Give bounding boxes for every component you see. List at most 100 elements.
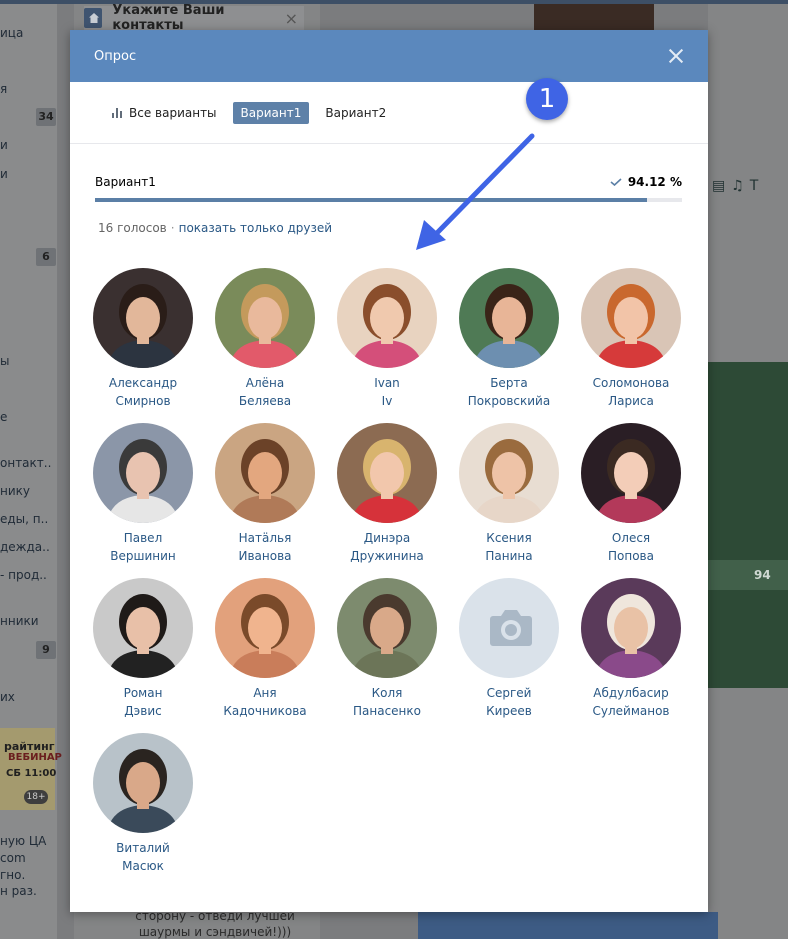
background-sidebar-item: ица bbox=[0, 26, 24, 40]
background-sidebar-item: их bbox=[0, 690, 15, 704]
background-sidebar-item: я bbox=[0, 82, 8, 96]
avatar[interactable] bbox=[581, 268, 681, 368]
voter-name[interactable]: Сергей Киреев bbox=[486, 684, 532, 720]
tab-variant-1[interactable]: Вариант1 bbox=[232, 101, 310, 124]
background-sidebar-item: нники bbox=[0, 614, 39, 628]
voter-name[interactable]: Натäлья Иванова bbox=[238, 529, 291, 565]
voter-item[interactable]: Сергей Киреев bbox=[448, 578, 570, 733]
voter-name[interactable]: Аня Кадочникова bbox=[223, 684, 306, 720]
result-label: Вариант1 bbox=[95, 175, 156, 189]
voter-item[interactable]: Ivan Iv bbox=[326, 268, 448, 423]
voter-item[interactable]: Олеся Попова bbox=[570, 423, 692, 578]
voter-name[interactable]: Виталий Масюк bbox=[116, 839, 170, 875]
voter-item[interactable]: Абдулбасир Сулейманов bbox=[570, 578, 692, 733]
voter-name[interactable]: Динэра Дружинина bbox=[350, 529, 424, 565]
background-bottom-strip bbox=[418, 912, 718, 939]
votes-separator: · bbox=[170, 221, 175, 235]
voter-name[interactable]: Роман Дэвис bbox=[124, 684, 163, 720]
avatar-photo bbox=[337, 268, 437, 368]
voter-last-name: Дружинина bbox=[350, 549, 424, 563]
voter-name[interactable]: Павел Вершинин bbox=[110, 529, 176, 565]
voter-name[interactable]: Александр Смирнов bbox=[109, 374, 177, 410]
avatar[interactable] bbox=[459, 268, 559, 368]
voter-name[interactable]: Абдулбасир Сулейманов bbox=[593, 684, 670, 720]
avatar[interactable] bbox=[93, 268, 193, 368]
votes-summary: 16 голосов · показать только друзей bbox=[70, 221, 708, 235]
voter-first-name: Ксения bbox=[486, 531, 532, 545]
avatar-photo bbox=[93, 733, 193, 833]
voter-first-name: Ivan bbox=[374, 376, 400, 390]
voter-first-name: Динэра bbox=[363, 531, 411, 545]
avatar[interactable] bbox=[215, 268, 315, 368]
voter-item[interactable]: Динэра Дружинина bbox=[326, 423, 448, 578]
voter-last-name: Покровскийа bbox=[467, 394, 551, 408]
bar-chart-icon bbox=[112, 107, 123, 118]
avatar[interactable] bbox=[581, 423, 681, 523]
voter-first-name: Роман bbox=[123, 686, 163, 700]
background-poll-percent: 94 bbox=[708, 560, 788, 590]
background-poll-card bbox=[708, 362, 788, 688]
voter-name[interactable]: Ксения Панина bbox=[485, 529, 532, 565]
voter-last-name: Иванова bbox=[238, 549, 292, 563]
voter-item[interactable]: Павел Вершинин bbox=[82, 423, 204, 578]
voter-last-name: Попова bbox=[608, 549, 654, 563]
voter-last-name: Сулейманов bbox=[592, 704, 670, 718]
ad-line-3: СБ 11:00 bbox=[6, 768, 57, 779]
home-icon bbox=[84, 8, 103, 28]
voter-name[interactable]: Алёна Беляева bbox=[239, 374, 291, 410]
close-icon[interactable] bbox=[668, 48, 684, 64]
tab-variant-2[interactable]: Вариант2 bbox=[317, 102, 394, 124]
voter-last-name: Киреев bbox=[486, 704, 532, 718]
voter-item[interactable]: Коля Панасенко bbox=[326, 578, 448, 733]
modal-header: Опрос bbox=[70, 30, 708, 82]
votes-count: 16 голосов bbox=[98, 221, 167, 235]
voter-item[interactable]: Натäлья Иванова bbox=[204, 423, 326, 578]
avatar[interactable] bbox=[93, 423, 193, 523]
background-sidebar-item: нику bbox=[0, 484, 30, 498]
avatar[interactable] bbox=[337, 578, 437, 678]
voter-name[interactable]: Коля Панасенко bbox=[353, 684, 421, 720]
voter-last-name: Кадочникова bbox=[223, 704, 307, 718]
avatar-placeholder[interactable] bbox=[459, 578, 559, 678]
voter-first-name: Коля bbox=[371, 686, 403, 700]
tab-all-variants[interactable]: Все варианты bbox=[104, 102, 225, 124]
voter-item[interactable]: Роман Дэвис bbox=[82, 578, 204, 733]
background-sidebar-item: com bbox=[0, 851, 26, 865]
avatar-photo bbox=[93, 578, 193, 678]
voter-item[interactable]: Соломонова Лариса bbox=[570, 268, 692, 423]
background-sidebar-item: гно. bbox=[0, 868, 26, 882]
avatar[interactable] bbox=[215, 423, 315, 523]
voter-item[interactable]: Александр Смирнов bbox=[82, 268, 204, 423]
voter-first-name: Олеся bbox=[611, 531, 651, 545]
voter-last-name: Вершинин bbox=[110, 549, 176, 563]
poll-modal: Опрос Все варианты Вариант1 Вариант2 Вар… bbox=[70, 30, 708, 912]
voter-item[interactable]: Алёна Беляева bbox=[204, 268, 326, 423]
check-icon bbox=[610, 178, 622, 186]
ad-line-2: ВЕБИНАР bbox=[8, 752, 62, 763]
background-sidebar-item: онтакт.. bbox=[0, 456, 52, 470]
avatar[interactable] bbox=[93, 578, 193, 678]
show-friends-link[interactable]: показать только друзей bbox=[179, 221, 332, 235]
voter-name[interactable]: Соломонова Лариса bbox=[593, 374, 670, 410]
avatar[interactable] bbox=[93, 733, 193, 833]
avatar[interactable] bbox=[337, 423, 437, 523]
avatar-photo bbox=[215, 268, 315, 368]
voter-name[interactable]: Ivan Iv bbox=[374, 374, 400, 410]
avatar[interactable] bbox=[337, 268, 437, 368]
background-sidebar-item: - прод.. bbox=[0, 568, 47, 582]
voter-name[interactable]: Олеся Попова bbox=[608, 529, 654, 565]
voter-last-name: Масюк bbox=[122, 859, 164, 873]
avatar-photo bbox=[581, 578, 681, 678]
voter-first-name: Соломонова bbox=[592, 376, 670, 390]
voter-name[interactable]: Берта Покровскийа bbox=[468, 374, 550, 410]
background-sidebar-item: ную ЦА bbox=[0, 834, 47, 848]
avatar[interactable] bbox=[459, 423, 559, 523]
background-post-text: сторону - отведи лучшей шаурмы и сэндвич… bbox=[135, 909, 295, 939]
background-counter-badge: 6 bbox=[36, 248, 56, 266]
voter-item[interactable]: Ксения Панина bbox=[448, 423, 570, 578]
voter-item[interactable]: Аня Кадочникова bbox=[204, 578, 326, 733]
voter-item[interactable]: Берта Покровскийа bbox=[448, 268, 570, 423]
voter-item[interactable]: Виталий Масюк bbox=[82, 733, 204, 888]
avatar[interactable] bbox=[215, 578, 315, 678]
avatar[interactable] bbox=[581, 578, 681, 678]
